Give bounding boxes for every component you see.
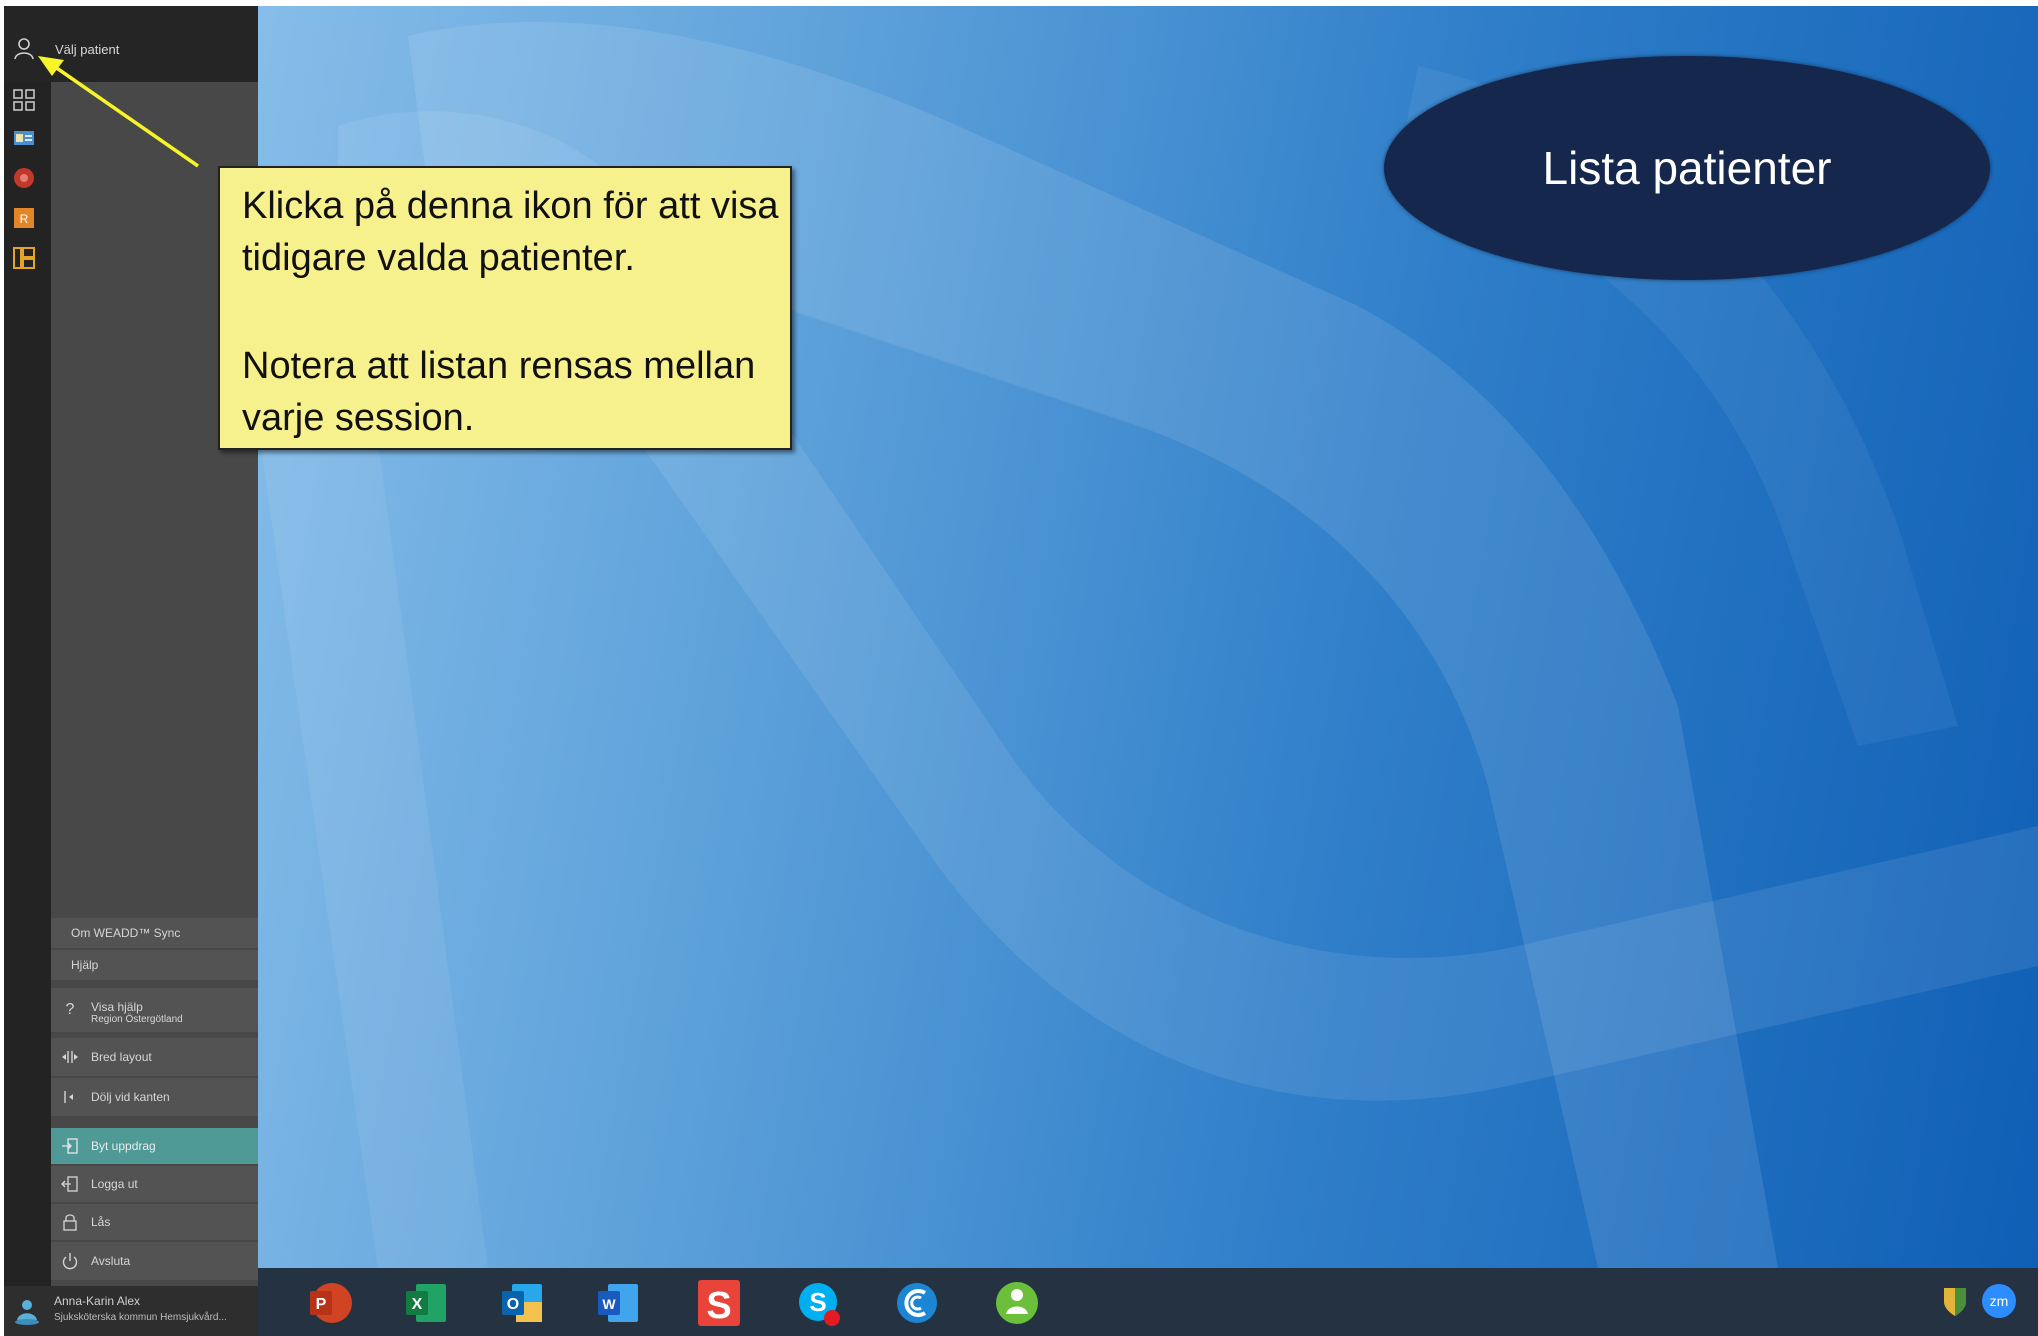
skype-icon[interactable]: S [794,1278,844,1328]
menu-quit-label: Avsluta [91,1254,131,1268]
menu-quit[interactable]: Avsluta [51,1242,258,1280]
svg-text:P: P [316,1296,327,1313]
excel-icon[interactable]: X [400,1278,450,1328]
svg-text:S: S [809,1287,826,1317]
outlook-icon[interactable]: O [496,1278,546,1328]
svg-text:X: X [412,1296,423,1313]
powerpoint-icon[interactable]: P [304,1278,354,1328]
user-role: Sjuksköterska kommun Hemsjukvård... [54,1312,227,1323]
orange-grid-icon[interactable] [12,246,36,270]
user-name: Anna-Karin Alex [54,1294,141,1308]
menu-show-help-sublabel: Region Östergötland [91,1014,183,1025]
svg-text:R: R [20,212,29,226]
user-bar[interactable]: Anna-Karin Alex Sjuksköterska kommun Hem… [4,1286,258,1336]
question-icon: ? [65,1001,75,1018]
taskbar: P X O W S S zm [258,1268,2038,1336]
switch-task-icon [62,1138,78,1154]
orange-app-icon[interactable]: R [12,206,36,230]
menu-logout-label: Logga ut [91,1177,138,1191]
wide-layout-icon [62,1051,78,1063]
menu-switch-task-label: Byt uppdrag [91,1139,156,1153]
word-icon[interactable]: W [592,1278,642,1328]
menu-help-label: Hjälp [71,958,99,972]
menu-lock[interactable]: Lås [51,1204,258,1240]
slide-title: Lista patienter [1542,142,1832,194]
logout-icon [61,1176,78,1192]
hide-edge-icon [64,1091,73,1103]
weadd-icon[interactable] [992,1278,1042,1328]
menu-show-help[interactable]: ? Visa hjälp Region Östergötland [51,988,258,1032]
shield-icon[interactable] [1938,1284,1972,1318]
menu-logout[interactable]: Logga ut [51,1166,258,1202]
c-app-icon[interactable] [892,1278,942,1328]
lock-icon [63,1214,77,1231]
svg-text:S: S [706,1285,731,1327]
title-ellipse: Lista patienter [1384,56,1990,280]
power-icon [62,1253,78,1270]
screen: P X O W S S zm Välj patient R Om WEADD™ … [0,0,2038,1336]
instruction-callout: Klicka på denna ikon för att visa tidiga… [218,166,792,450]
menu-about[interactable]: Om WEADD™ Sync [51,918,258,948]
svg-text:O: O [507,1296,519,1313]
menu-wide-layout[interactable]: Bred layout [51,1038,258,1076]
callout-text-instruction: Klicka på denna ikon för att visa tidiga… [242,185,779,279]
zoom-icon[interactable]: zm [1982,1284,2016,1318]
menu-about-label: Om WEADD™ Sync [71,926,181,940]
s-app-icon[interactable]: S [694,1278,744,1328]
menu-help[interactable]: Hjälp [51,950,258,980]
svg-text:W: W [602,1296,616,1312]
user-avatar-icon [15,1300,39,1325]
menu-switch-task[interactable]: Byt uppdrag [51,1128,258,1164]
callout-text-note: Notera att listan rensas mellan varje se… [242,345,756,439]
menu-hide-edge[interactable]: Dölj vid kanten [51,1078,258,1116]
menu-lock-label: Lås [91,1215,111,1229]
menu-wide-layout-label: Bred layout [91,1050,152,1064]
menu-hide-edge-label: Dölj vid kanten [91,1090,170,1104]
menu-show-help-label: Visa hjälp [91,1000,143,1014]
